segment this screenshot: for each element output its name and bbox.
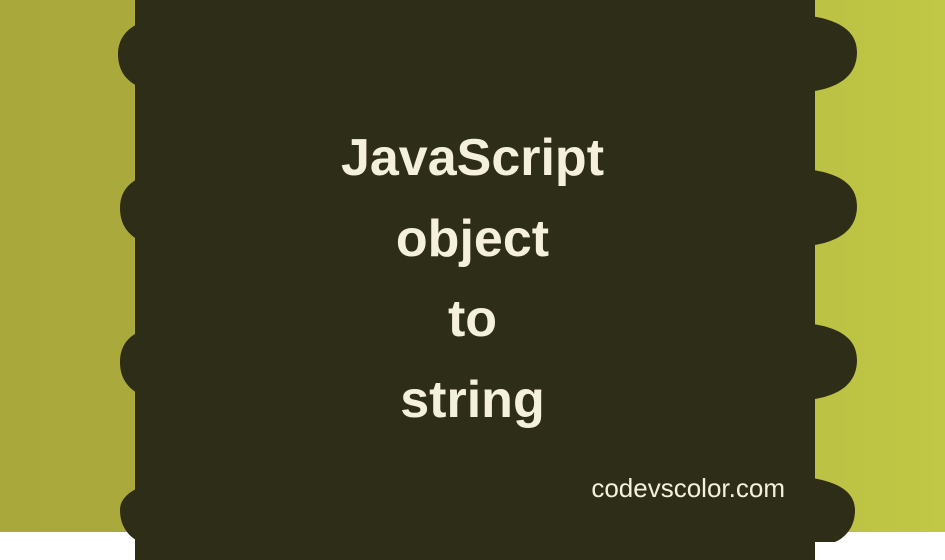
title-line-2: object: [0, 199, 945, 280]
watermark-text: codevscolor.com: [591, 473, 785, 504]
title-line-1: JavaScript: [0, 118, 945, 199]
title-line-3: to: [0, 279, 945, 360]
banner-canvas: JavaScript object to string codevscolor.…: [0, 0, 945, 532]
title-line-4: string: [0, 360, 945, 441]
title-block: JavaScript object to string: [0, 118, 945, 440]
